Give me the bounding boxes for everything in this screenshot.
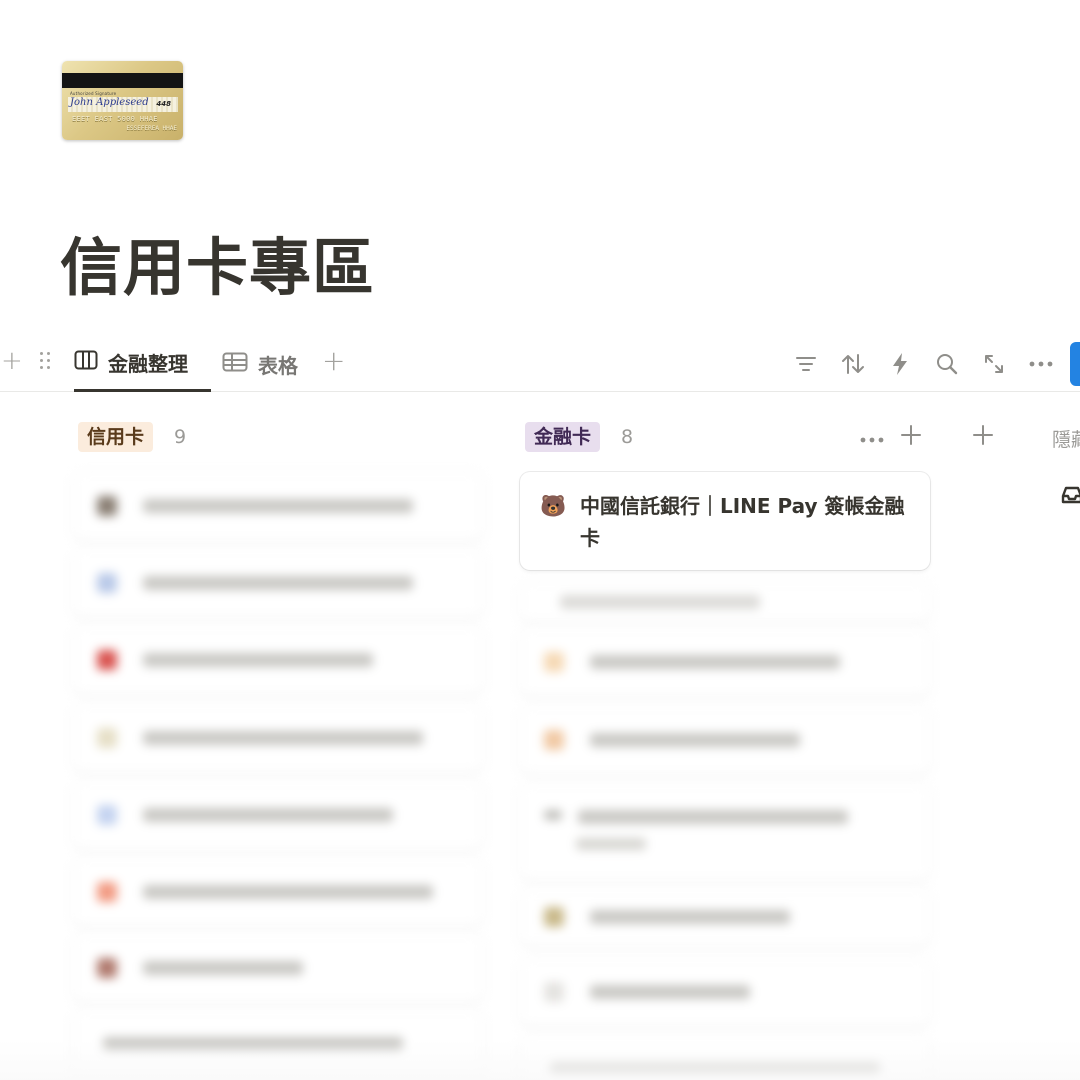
sort-icon[interactable] bbox=[829, 344, 876, 384]
group-count: 9 bbox=[174, 426, 187, 448]
page-icon-credit-card[interactable]: Authorized Signature John Appleseed 448 … bbox=[62, 61, 183, 140]
board-card[interactable] bbox=[520, 958, 930, 1026]
view-toolbar bbox=[782, 336, 1080, 392]
page-title[interactable]: 信用卡專區 bbox=[60, 228, 375, 308]
magnetic-stripe bbox=[62, 73, 183, 88]
more-icon[interactable] bbox=[1017, 344, 1064, 384]
board-card[interactable] bbox=[520, 888, 930, 946]
drag-handle-icon[interactable] bbox=[38, 350, 52, 372]
board-card[interactable] bbox=[520, 582, 930, 622]
view-bar: + 金融整理 表格 + bbox=[0, 336, 1080, 392]
card-authorized-text: Authorized Signature bbox=[70, 91, 117, 96]
board-card-ctbc-linepay[interactable]: 🐻 中國信託銀行｜LINE Pay 簽帳金融卡 bbox=[520, 472, 930, 570]
group-add-card-icon[interactable] bbox=[900, 424, 922, 450]
board-card[interactable] bbox=[73, 704, 483, 772]
new-button[interactable] bbox=[1070, 342, 1080, 386]
inbox-icon bbox=[1061, 485, 1080, 509]
add-view-icon[interactable]: + bbox=[322, 346, 345, 376]
bear-emoji-icon: 🐻 bbox=[540, 494, 567, 518]
group-header-credit[interactable]: 信用卡 9 bbox=[78, 421, 186, 453]
hidden-groups-label[interactable]: 隱藏 bbox=[1052, 425, 1080, 452]
board-card[interactable] bbox=[73, 626, 483, 694]
tab-board-view[interactable]: 金融整理 bbox=[74, 336, 211, 392]
card-cvv: 448 bbox=[156, 100, 171, 108]
board-card[interactable] bbox=[73, 549, 483, 617]
card-signature: John Appleseed bbox=[70, 97, 149, 108]
group-actions bbox=[860, 424, 922, 450]
board-card[interactable] bbox=[73, 472, 483, 540]
board-card[interactable] bbox=[73, 934, 483, 1002]
board-card[interactable] bbox=[73, 858, 483, 926]
card-number-2: ESSEFEREA HHAE bbox=[126, 125, 177, 132]
board-card[interactable] bbox=[520, 706, 930, 774]
board-card[interactable] bbox=[520, 628, 930, 696]
tab-label: 表格 bbox=[258, 353, 298, 378]
card-number: EEET EAST 5000 HHAE bbox=[72, 115, 158, 123]
group-label: 信用卡 bbox=[78, 422, 154, 452]
filter-icon[interactable] bbox=[782, 344, 829, 384]
table-view-icon bbox=[222, 352, 248, 377]
tab-table-view[interactable]: 表格 bbox=[222, 336, 298, 392]
group-header-debit[interactable]: 金融卡 8 bbox=[525, 421, 633, 453]
board-card[interactable] bbox=[520, 784, 930, 880]
automation-icon[interactable] bbox=[876, 344, 923, 384]
board-card[interactable] bbox=[73, 781, 483, 849]
add-group-icon[interactable] bbox=[972, 424, 994, 450]
tab-label: 金融整理 bbox=[108, 352, 188, 376]
group-count: 8 bbox=[621, 426, 634, 448]
add-block-icon[interactable]: + bbox=[1, 348, 23, 374]
board-view-icon bbox=[74, 350, 98, 375]
card-title: 中國信託銀行｜LINE Pay 簽帳金融卡 bbox=[580, 494, 905, 550]
group-more-icon[interactable] bbox=[860, 428, 884, 447]
group-label: 金融卡 bbox=[525, 422, 601, 452]
search-icon[interactable] bbox=[923, 344, 970, 384]
bottom-fade bbox=[0, 1040, 1080, 1080]
expand-icon[interactable] bbox=[970, 344, 1017, 384]
